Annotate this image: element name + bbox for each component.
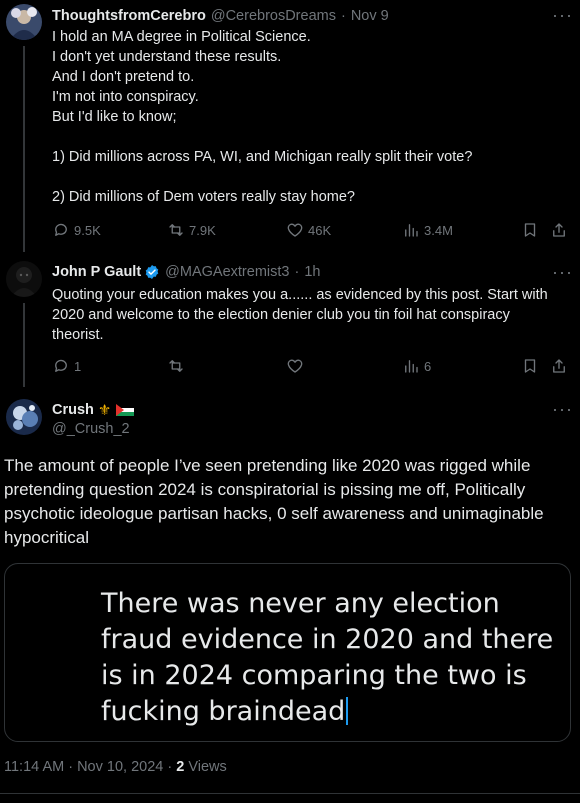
more-icon[interactable]: ··· [552, 263, 573, 281]
separator: · [294, 264, 300, 280]
avatar-john-p-gault[interactable] [6, 261, 42, 297]
author-name[interactable]: ThoughtsfromCerebro [52, 8, 206, 24]
views-label: Views [184, 759, 227, 775]
bookmark-icon [524, 359, 536, 373]
views-icon [405, 360, 418, 373]
reply-button[interactable]: 9.5K [52, 221, 101, 239]
tweet-text: I hold an MA degree in Political Science… [52, 29, 473, 205]
palestine-flag-icon [116, 404, 135, 416]
tweet-meta: 11:14 AM · Nov 10, 2024 · 2 Views [4, 759, 227, 775]
like-count: 46K [308, 222, 332, 238]
reply-count: 9.5K [74, 222, 101, 238]
text-cursor [346, 697, 349, 725]
repost-button[interactable]: 7.9K [167, 221, 216, 239]
verified-badge-icon[interactable] [144, 264, 160, 280]
share-button[interactable] [550, 357, 568, 375]
post-time[interactable]: 1h [304, 264, 320, 280]
author-handle[interactable]: @_Crush_2 [52, 421, 130, 437]
fleur-de-lis-emoji: ⚜ [97, 402, 112, 419]
post-time[interactable]: Nov 9 [351, 8, 389, 24]
thread-line [23, 46, 25, 252]
reply-icon [55, 359, 67, 372]
author-name[interactable]: John P Gault [52, 264, 141, 280]
share-icon [553, 359, 565, 373]
media-image[interactable]: There was never any election fraud evide… [4, 563, 571, 742]
share-icon [553, 223, 565, 237]
divider [0, 793, 580, 794]
views-button[interactable]: 6 [402, 357, 431, 375]
repost-count: 7.9K [189, 222, 216, 238]
bookmark-button[interactable] [521, 221, 539, 239]
views-count: 3.4M [424, 222, 453, 238]
media-image-text: There was never any election fraud evide… [101, 588, 554, 727]
like-icon [287, 223, 303, 237]
timestamp[interactable]: 11:14 AM · Nov 10, 2024 · [4, 759, 176, 775]
more-icon[interactable]: ··· [552, 6, 573, 24]
tweet-text: Quoting your education makes you a......… [52, 287, 548, 343]
reply-count: 1 [74, 358, 82, 374]
reply-icon [55, 223, 67, 236]
like-button[interactable]: 46K [286, 221, 331, 239]
views-count: 6 [424, 358, 432, 374]
author-handle[interactable]: @CerebrosDreams [211, 8, 336, 24]
thread-line [23, 303, 25, 387]
tweet-text: The amount of people I’ve seen pretendin… [4, 456, 544, 547]
avatar-crush[interactable] [6, 399, 42, 435]
author-name[interactable]: Crush [52, 402, 94, 418]
repost-icon [169, 360, 183, 372]
views-button[interactable]: 3.4M [402, 221, 453, 239]
like-icon [287, 359, 303, 373]
repost-icon [169, 224, 183, 236]
avatar-thoughtsfromcerebro[interactable] [6, 4, 42, 40]
bookmark-icon [524, 223, 536, 237]
views-icon [405, 224, 418, 237]
bookmark-button[interactable] [521, 357, 539, 375]
separator: · [340, 8, 346, 24]
reply-button[interactable]: 1 [52, 357, 81, 375]
like-button[interactable] [286, 357, 308, 375]
author-handle[interactable]: @MAGAextremist3 [165, 264, 289, 280]
share-button[interactable] [550, 221, 568, 239]
more-icon[interactable]: ··· [552, 400, 573, 418]
repost-button[interactable] [167, 357, 189, 375]
